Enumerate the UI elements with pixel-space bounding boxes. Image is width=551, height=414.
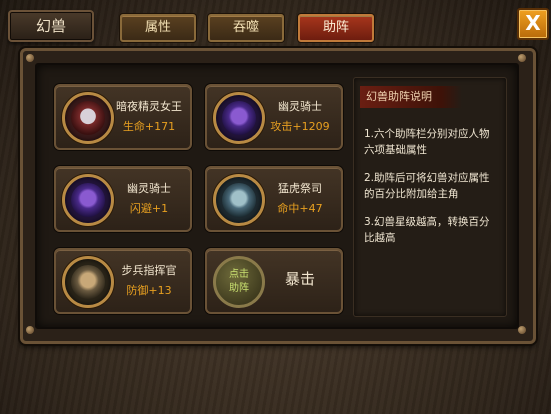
description-panel: 幻兽助阵说明 1.六个助阵栏分别对应人物六项基础属性 2.助阵后可将幻兽对应属性… — [353, 77, 507, 317]
slot-attribute-label: 暴击 — [284, 270, 315, 288]
tab-assist[interactable]: 助阵 — [298, 14, 374, 42]
ghost-knight-portrait — [213, 92, 265, 144]
assist-slot-6[interactable]: 点击 助阵 暴击 — [205, 248, 343, 314]
slot-name: 暗夜精灵女王 — [116, 100, 182, 113]
rivet — [26, 326, 34, 334]
tiger-priest-portrait — [213, 174, 265, 226]
rivet — [26, 54, 34, 62]
page-title: 幻兽 — [8, 10, 94, 42]
dark-elf-queen-portrait — [62, 92, 114, 144]
slot-name: 猛虎祭司 — [278, 182, 322, 195]
assist-slot-2[interactable]: 幽灵骑士 攻击+1209 — [205, 84, 343, 150]
assist-slot-1[interactable]: 暗夜精灵女王 生命+171 — [54, 84, 192, 150]
tab-devour[interactable]: 吞噬 — [208, 14, 284, 42]
infantry-commander-portrait — [62, 256, 114, 308]
description-item-3: 3.幻兽星级越高，转换百分比越高 — [364, 216, 490, 244]
click-to-assist-button[interactable]: 点击 助阵 — [213, 256, 265, 308]
description-item-2: 2.助阵后可将幻兽对应属性的百分比附加给主角 — [364, 172, 490, 200]
assist-slot-3[interactable]: 幽灵骑士 闪避+1 — [54, 166, 192, 232]
tab-attributes[interactable]: 属性 — [120, 14, 196, 42]
assist-hint-line1: 点击 — [229, 269, 249, 280]
rivet — [518, 54, 526, 62]
slot-name: 步兵指挥官 — [121, 264, 177, 277]
slot-stat: 生命+171 — [122, 120, 176, 133]
slot-stat: 攻击+1209 — [270, 120, 330, 133]
slot-name: 幽灵骑士 — [127, 182, 171, 195]
assist-hint-line2: 助阵 — [229, 283, 249, 294]
close-button[interactable]: X — [517, 8, 549, 40]
slot-name: 幽灵骑士 — [278, 100, 322, 113]
description-item-1: 1.六个助阵栏分别对应人物六项基础属性 — [364, 128, 490, 156]
rivet — [518, 326, 526, 334]
assist-slot-4[interactable]: 猛虎祭司 命中+47 — [205, 166, 343, 232]
slot-stat: 闪避+1 — [129, 202, 169, 215]
slot-stat: 命中+47 — [277, 202, 323, 215]
ghost-knight-portrait — [62, 174, 114, 226]
assist-slot-5[interactable]: 步兵指挥官 防御+13 — [54, 248, 192, 314]
slot-stat: 防御+13 — [126, 284, 172, 297]
description-title: 幻兽助阵说明 — [360, 86, 462, 108]
